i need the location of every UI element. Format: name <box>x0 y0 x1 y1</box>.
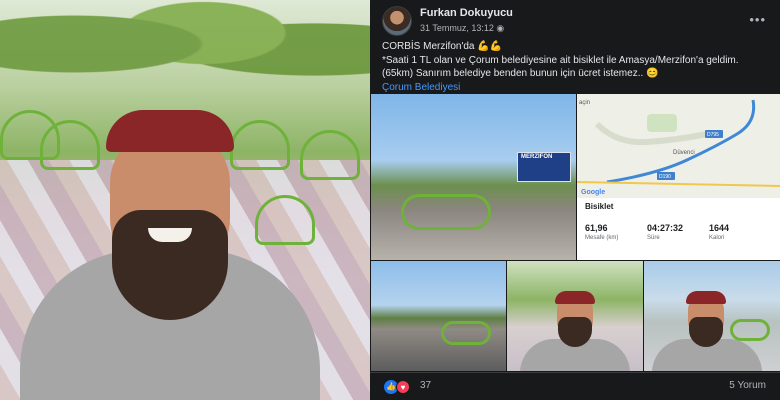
distance-value: 61,96 <box>585 223 608 233</box>
activity-stats: Bisiklet 61,96 Mesafe (km) 04:27:32 Süre… <box>577 198 780 260</box>
post-date[interactable]: 31 Temmuz, 13:12 <box>420 23 494 33</box>
google-logo: Google <box>581 189 605 196</box>
reaction-count[interactable]: 37 <box>420 380 431 391</box>
time-value: 04:27:32 <box>647 223 684 233</box>
reactions[interactable]: 👍 ♥ <box>384 380 418 394</box>
post-meta: 31 Temmuz, 13:12 ◉ <box>420 23 504 34</box>
bike <box>441 321 491 345</box>
distance-label: Mesafe (km) <box>585 235 619 241</box>
bike <box>730 319 770 341</box>
more-options-icon[interactable]: ••• <box>749 12 766 27</box>
screenshot: Furkan Dokuyucu 31 Temmuz, 13:12 ◉ ••• C… <box>0 0 780 400</box>
route-map: Düvenci D795 D190 açin Google <box>577 94 780 198</box>
activity-type: Bisiklet <box>585 202 614 211</box>
tag-link[interactable]: Çorum Belediyesi <box>382 82 460 93</box>
post-text-line: CORBİS Merzifon'da 💪💪 <box>382 41 503 52</box>
post-header: Furkan Dokuyucu 31 Temmuz, 13:12 ◉ ••• <box>382 6 768 36</box>
post-text-line: *Saati 1 TL olan ve Çorum belediyesine a… <box>382 55 739 79</box>
cap <box>106 110 234 152</box>
avatar[interactable] <box>382 6 412 36</box>
calories-value: 1644 <box>709 223 730 233</box>
photo-highway-bike[interactable] <box>371 261 506 371</box>
selfie-photo <box>0 0 370 400</box>
bike <box>401 194 491 230</box>
facebook-post: Furkan Dokuyucu 31 Temmuz, 13:12 ◉ ••• C… <box>370 0 780 400</box>
map-place-label: Düvenci <box>673 150 695 156</box>
calories-label: Kalori <box>709 235 725 241</box>
post-footer: 👍 ♥ 37 5 Yorum <box>370 372 780 400</box>
heart-icon: ♥ <box>396 380 410 394</box>
cap <box>686 291 726 304</box>
map-corner-label: açin <box>579 100 590 106</box>
post-text: CORBİS Merzifon'da 💪💪 *Saati 1 TL olan v… <box>382 40 768 95</box>
author-name[interactable]: Furkan Dokuyucu <box>420 7 513 19</box>
map-road-label-2: D190 <box>659 174 671 180</box>
photo-road-bike[interactable]: MERZİFON <box>371 94 576 260</box>
map-road-label-1: D795 <box>707 132 719 138</box>
globe-icon: ◉ <box>496 23 505 33</box>
cap <box>555 291 595 304</box>
person <box>20 110 320 400</box>
photo-selfie-road[interactable] <box>644 261 780 371</box>
comments-count[interactable]: 5 Yorum <box>729 380 766 391</box>
trees-background <box>0 0 370 110</box>
photo-selfie-station[interactable] <box>507 261 643 371</box>
time-label: Süre <box>647 235 660 241</box>
photo-map[interactable]: Düvenci D795 D190 açin Google <box>577 94 780 198</box>
city-sign-text: MERZİFON <box>521 154 553 160</box>
